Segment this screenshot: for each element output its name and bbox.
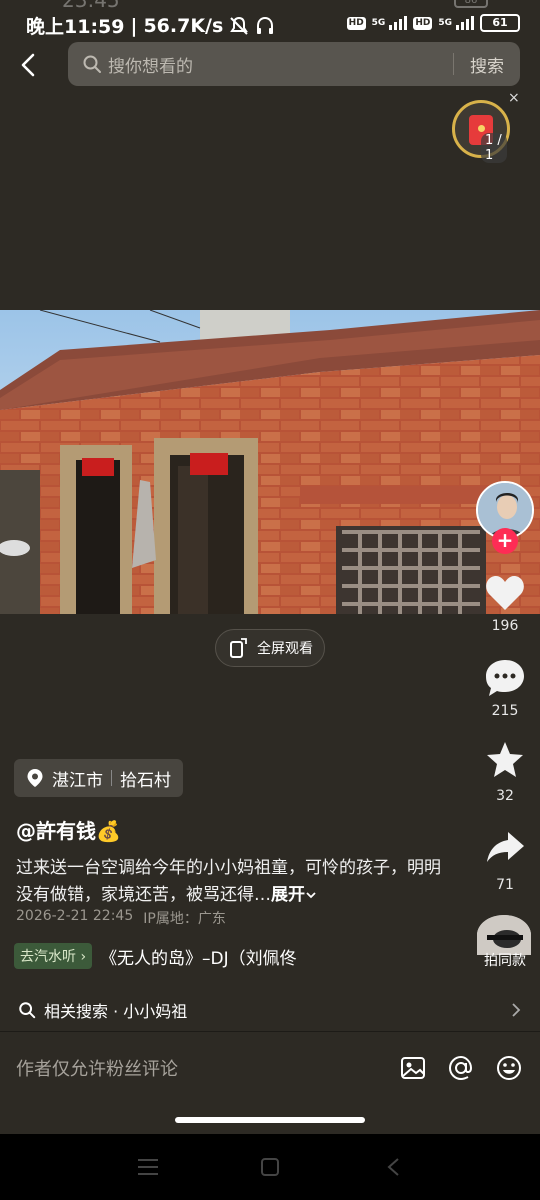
post-description[interactable]: 过来送一台空调给今年的小小妈祖童，可怜的孩子，明明没有做错，家境还苦，被骂还得……: [16, 855, 456, 909]
favorite-button[interactable]: [484, 740, 526, 780]
search-bar[interactable]: 搜你想看的 搜索: [68, 42, 520, 86]
music-title[interactable]: 《无人的岛》–DJ（刘佩佟: [100, 944, 297, 969]
comment-input[interactable]: 作者仅允许粉丝评论: [16, 1055, 380, 1081]
fullscreen-label: 全屏观看: [257, 641, 313, 657]
red-packet-widget[interactable]: 1 / 1: [452, 100, 510, 163]
location-tag[interactable]: 湛江市 拾石村: [14, 759, 183, 797]
related-search-bar[interactable]: 相关搜索 · 小小妈祖: [0, 988, 540, 1032]
emoji-icon[interactable]: [494, 1053, 524, 1083]
mention-icon[interactable]: [446, 1053, 476, 1083]
share-count: 71: [496, 877, 514, 893]
related-search-label: 相关搜索 · 小小妈祖: [44, 1001, 188, 1021]
post-photo[interactable]: [0, 310, 540, 614]
clock: 晚上11:59: [26, 16, 125, 38]
ghost-battery: 86: [454, 0, 488, 8]
post-meta: 2026-2-21 22:45 IP属地：广东: [16, 908, 226, 928]
red-packet-close-button[interactable]: ×: [508, 90, 520, 106]
image-icon[interactable]: [398, 1053, 428, 1083]
comment-icon: [486, 660, 524, 696]
mute-bell-icon: [230, 16, 249, 35]
home-indicator[interactable]: [175, 1117, 365, 1123]
menu-icon[interactable]: [136, 1156, 160, 1178]
same-style-label[interactable]: 拍同款: [470, 950, 540, 970]
search-input[interactable]: 搜你想看的: [108, 52, 453, 77]
chevron-left-icon: [21, 53, 35, 77]
comment-count: 215: [491, 703, 519, 719]
home-icon[interactable]: [258, 1156, 282, 1178]
description-text: 过来送一台空调给今年的小小妈祖童，可怜的孩子，明明没有做错，家境还苦，被骂还得…: [16, 858, 441, 905]
share-arrow-icon: [487, 832, 524, 862]
ip-location: IP属地：广东: [143, 911, 226, 927]
location-separator: [111, 770, 112, 786]
chevron-right-icon: ›: [80, 949, 87, 965]
qishui-button[interactable]: 去汽水听 ›: [14, 943, 93, 969]
comment-button[interactable]: [484, 658, 526, 698]
music-row[interactable]: 去汽水听 › 《无人的岛》–DJ（刘佩佟: [14, 943, 297, 969]
chevron-down-icon: [306, 892, 316, 899]
post-date: 2026-2-21 22:45: [16, 908, 134, 924]
net-speed: 56.7K/s: [143, 14, 224, 37]
location-pin-icon: [27, 769, 43, 787]
music-disc[interactable]: [477, 915, 531, 955]
status-separator: |: [130, 14, 138, 37]
back-triangle-icon[interactable]: [382, 1156, 406, 1178]
status-bar-left: 晚上11:59 | 56.7K/s: [26, 12, 275, 39]
network-type: 5G: [371, 18, 386, 28]
like-button[interactable]: [484, 573, 526, 613]
expand-button[interactable]: 展开: [271, 885, 317, 905]
author-name[interactable]: @許有钱💰: [16, 815, 121, 844]
search-icon: [83, 55, 101, 73]
music-cover-image: [477, 915, 531, 955]
hd-badge-2: HD: [413, 16, 433, 30]
location-village: 拾石村: [120, 770, 171, 791]
location-city: 湛江市: [52, 770, 103, 791]
fullscreen-button[interactable]: 全屏观看: [215, 629, 325, 667]
share-button[interactable]: [484, 828, 526, 868]
heart-icon: [486, 576, 524, 610]
red-packet-count: 1 / 1: [481, 133, 507, 163]
comment-bar: 作者仅允许粉丝评论: [0, 1032, 540, 1104]
system-nav-bar: [0, 1134, 540, 1200]
like-count: 196: [491, 618, 519, 634]
favorite-count: 32: [496, 788, 514, 804]
hd-badge: HD: [346, 16, 366, 30]
brick-house-image: [0, 310, 540, 614]
battery-icon: 61: [480, 14, 520, 32]
follow-button[interactable]: +: [492, 528, 518, 554]
headphone-icon: [257, 16, 274, 34]
network-type-2: 5G: [438, 18, 452, 28]
search-button[interactable]: 搜索: [454, 52, 520, 77]
signal-icon: [389, 16, 408, 30]
back-button[interactable]: [14, 50, 44, 80]
signal-icon-2: [456, 16, 474, 30]
ghost-time: 23:45: [62, 0, 120, 12]
star-icon: [487, 742, 523, 777]
search-icon: [19, 1001, 36, 1018]
status-bar-right: HD 5G HD 5G 61: [346, 14, 520, 32]
chevron-right-icon: [512, 1002, 521, 1017]
rotate-phone-icon: [230, 638, 247, 658]
